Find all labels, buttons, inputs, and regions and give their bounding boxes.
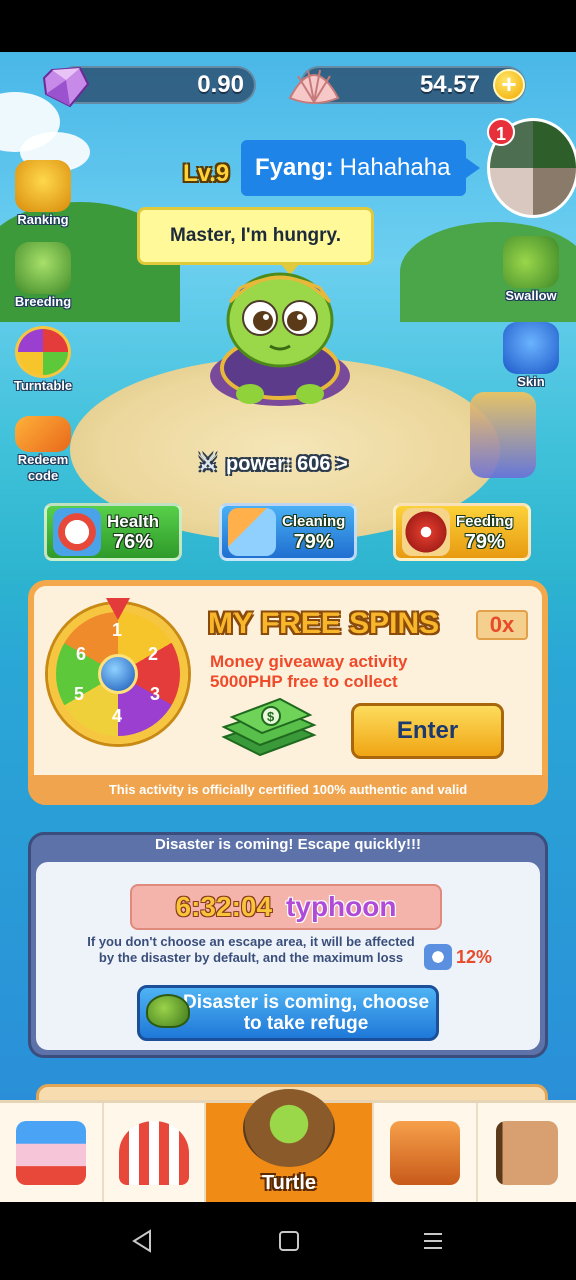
power-link[interactable]: ⚔ power: 606 >	[198, 450, 348, 476]
gem-icon	[42, 64, 90, 108]
wheel-number: 6	[76, 644, 87, 664]
turtle-icon	[243, 1089, 335, 1167]
health-value: 76%	[112, 531, 153, 553]
max-loss: 12%	[424, 944, 492, 970]
wheel-number: 2	[148, 644, 159, 664]
sword-icon: ⚔	[198, 450, 218, 475]
back-icon[interactable]	[130, 1228, 156, 1254]
broom-icon	[228, 508, 276, 556]
swallow-button[interactable]: Swallow	[496, 236, 566, 304]
skin-label: Skin	[517, 374, 545, 389]
feeding-stat[interactable]: Feeding 79%	[393, 503, 531, 561]
breeding-label: Breeding	[14, 294, 72, 309]
meat-icon	[402, 508, 450, 556]
turntable-button[interactable]: Turntable	[8, 326, 78, 394]
enter-label: Enter	[396, 717, 459, 744]
status-bar	[0, 0, 576, 52]
feeding-label: Feeding	[456, 513, 514, 530]
arrow-turtle-icon	[503, 236, 559, 288]
nav-backpack[interactable]	[374, 1103, 478, 1205]
shop-icon	[16, 1121, 86, 1185]
contacts-book-icon	[496, 1121, 558, 1185]
turtle-shell-icon	[146, 994, 190, 1028]
giveaway-line2: 5000PHP free to collect	[210, 672, 398, 691]
wheel-icon	[15, 326, 71, 378]
money-stack-icon: $	[218, 697, 318, 761]
wheel-number: 3	[150, 684, 161, 704]
free-spins-title: MY FREE SPINS	[208, 607, 440, 640]
chat-tail	[466, 158, 480, 178]
nav-circus[interactable]	[104, 1103, 206, 1205]
wheel-hub	[98, 654, 138, 694]
skin-button[interactable]: Skin	[496, 322, 566, 390]
turtle-pet[interactable]	[190, 258, 370, 408]
chat-bubble[interactable]: Fyang: Hahahaha	[241, 140, 466, 196]
shell-balance-value: 54.57	[419, 71, 480, 98]
max-loss-value: 12%	[456, 946, 493, 967]
svg-text:$: $	[267, 709, 275, 724]
wheel-number: 1	[112, 620, 123, 640]
redeem-code-label: Redeem code	[17, 452, 69, 483]
first-aid-icon	[53, 508, 101, 556]
power-text: power: 606 >	[226, 453, 348, 475]
disaster-timer: 6:32:04 typhoon	[130, 884, 442, 930]
health-label: Health	[107, 512, 159, 531]
pet-speech-bubble: Master, I'm hungry.	[137, 207, 374, 265]
cleaning-label: Cleaning	[282, 513, 346, 530]
health-stat[interactable]: Health 76%	[44, 503, 182, 561]
cannon-icon[interactable]	[470, 392, 536, 478]
notification-badge: 1	[487, 118, 515, 146]
redeem-code-button[interactable]: Redeem code	[8, 416, 78, 484]
nav-contacts[interactable]	[478, 1103, 576, 1205]
menu-icon[interactable]	[420, 1228, 446, 1254]
disaster-warning: If you don't choose an escape area, it w…	[87, 934, 415, 965]
turntable-label: Turntable	[13, 378, 73, 393]
breeding-button[interactable]: Breeding	[8, 242, 78, 310]
giveaway-line1: Money giveaway activity	[210, 652, 408, 671]
disaster-type: typhoon	[286, 891, 397, 922]
circus-tent-icon	[119, 1121, 189, 1185]
player-level: Lv.9	[183, 160, 230, 187]
countdown-value: 6:32:04	[175, 891, 273, 922]
take-refuge-label: Disaster is coming, choose to take refug…	[182, 992, 430, 1034]
turtle-egg-icon	[15, 242, 71, 294]
backpack-icon	[390, 1121, 460, 1185]
first-aid-icon	[424, 944, 452, 970]
nav-shop[interactable]	[0, 1103, 104, 1205]
cleaning-stat[interactable]: Cleaning 79%	[219, 503, 357, 561]
wheel-number: 5	[74, 684, 85, 704]
nav-turtle-label: Turtle	[261, 1172, 317, 1194]
seashell-icon	[286, 62, 342, 108]
system-nav-bar	[0, 1202, 576, 1280]
chat-message: Hahahaha	[339, 154, 451, 181]
feeding-value: 79%	[464, 531, 505, 553]
enter-button[interactable]: Enter	[351, 703, 504, 759]
chat-sender: Fyang:	[255, 154, 334, 181]
nav-turtle[interactable]: Turtle	[206, 1089, 374, 1205]
gem-balance-value: 0.90	[197, 71, 244, 98]
cleaning-value: 79%	[293, 531, 334, 553]
wheel-pointer	[106, 598, 130, 620]
swallow-label: Swallow	[505, 288, 557, 303]
ranking-button[interactable]: Ranking	[8, 160, 78, 228]
wheel-number: 4	[112, 706, 123, 726]
disaster-header: Disaster is coming! Escape quickly!!!	[155, 836, 421, 853]
bottom-nav: Turtle	[0, 1089, 576, 1205]
certification-footer: This activity is officially certified 10…	[28, 775, 548, 805]
add-currency-button[interactable]: +	[493, 69, 525, 101]
free-spins-count: 0x	[476, 610, 528, 640]
pet-speech-text: Master, I'm hungry.	[170, 225, 341, 246]
shirt-icon	[503, 322, 559, 374]
giveaway-text: Money giveaway activity 5000PHP free to …	[210, 652, 407, 692]
code-icon	[15, 416, 71, 452]
trophy-icon	[15, 160, 71, 212]
ranking-label: Ranking	[17, 212, 69, 227]
home-icon[interactable]	[276, 1228, 302, 1254]
